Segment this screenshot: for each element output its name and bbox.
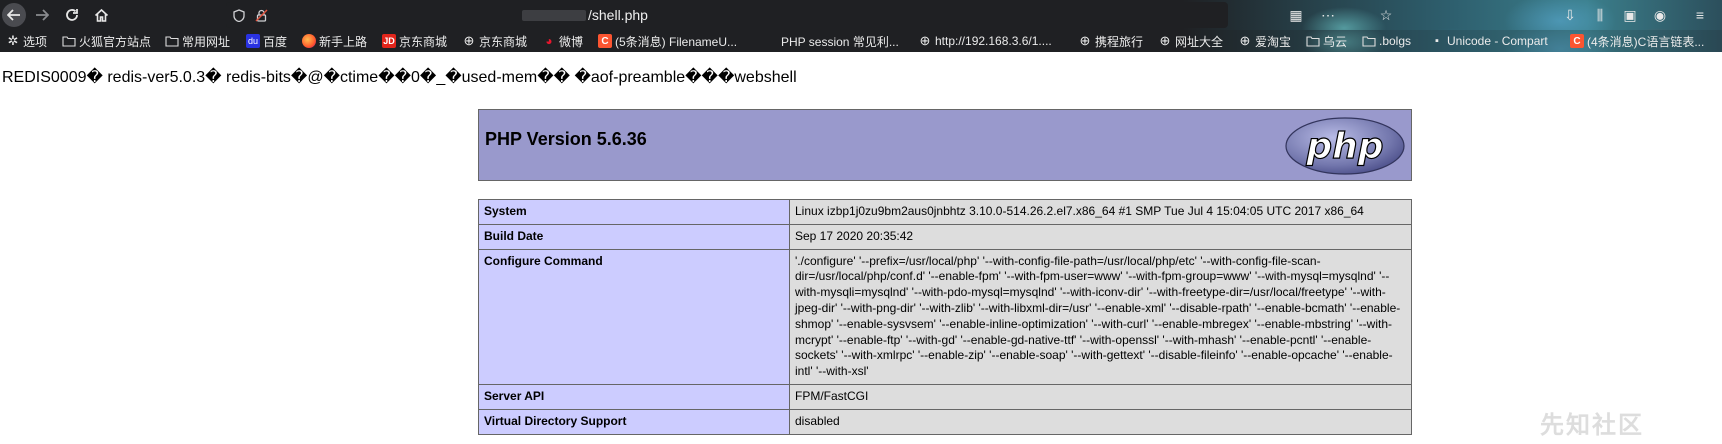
bookmark-item[interactable]: ⊕ http://192.168.3.6/1.... [918,32,1052,50]
browser-toolbar: /shell.php ▦ ⋯ ☆ ⇩ ⫼ ▣ ◉ ≡ [0,0,1722,30]
account-icon[interactable]: ◉ [1650,5,1670,25]
folder-icon [1362,34,1376,48]
weibo-icon: ◕ [545,34,553,48]
url-text[interactable]: /shell.php [588,7,648,23]
bookmark-item[interactable]: ⊕ 京东商城 [462,32,527,50]
bookmark-item[interactable]: C (5条消息) FilenameU... [598,32,737,50]
url-bar[interactable]: /shell.php [226,2,1228,28]
row-label: System [478,199,790,225]
redacted-host [522,10,586,21]
row-label: Server API [478,383,790,410]
php-info-table: System Linux izbp1j0zu9bm2aus0jnbhtz 3.1… [478,199,1412,435]
forward-button[interactable] [30,3,54,27]
bookmark-item[interactable]: 火狐官方站点 [62,32,151,50]
row-label: Configure Command [478,248,790,385]
table-row: Server API FPM/FastCGI [478,383,1412,410]
insecure-lock-icon[interactable] [252,6,270,24]
bookmarks-bar: ✲ 选项 火狐官方站点 常用网址 du 百度 新手上路 JD 京东商城 ⊕ 京东商城 ◕… [0,30,1722,52]
globe-icon: ⊕ [463,33,475,48]
baidu-icon: du [246,34,260,48]
jd-icon: JD [382,34,396,48]
row-value: './configure' '--prefix=/usr/local/php' … [789,248,1412,385]
row-label: Virtual Directory Support [478,408,790,435]
bookmark-item[interactable]: 常用网址 [165,32,230,50]
reload-icon [66,9,78,21]
csdn-icon: C [1570,34,1584,48]
qr-code-icon[interactable]: ▦ [1286,5,1306,25]
firefox-icon [302,34,316,48]
folder-icon [165,34,179,48]
library-icon[interactable]: ⫼ [1590,5,1610,25]
sidebar-icon[interactable]: ▣ [1620,5,1640,25]
watermark: 先知社区 [1540,412,1644,439]
home-icon [94,8,108,22]
menu-icon[interactable]: ≡ [1690,5,1710,25]
globe-icon: ⊕ [1079,33,1091,48]
bookmark-item[interactable]: ⊕ 爱淘宝 [1238,32,1291,50]
gear-icon: ✲ [7,33,19,48]
globe-icon: ⊕ [1239,33,1251,48]
row-value: disabled [789,408,1412,435]
row-value: Linux izbp1j0zu9bm2aus0jnbhtz 3.10.0-514… [789,199,1412,225]
bookmark-item[interactable]: ✲ 选项 [6,32,47,50]
globe-icon: ⊕ [919,33,931,48]
bookmark-item[interactable]: ⊕ 携程旅行 [1078,32,1143,50]
row-value: Sep 17 2020 20:35:42 [789,223,1412,250]
bookmark-item[interactable]: 新手上路 [302,32,367,50]
reload-button[interactable] [60,3,84,27]
row-label: Build Date [478,223,790,250]
row-value: FPM/FastCGI [789,383,1412,410]
back-arrow-icon [7,9,20,21]
bookmark-item[interactable]: JD 京东商城 [382,32,447,50]
bookmark-item[interactable]: du 百度 [246,32,287,50]
php-version-title: PHP Version 5.6.36 [485,129,647,149]
theme-background [1182,0,1722,30]
table-row: System Linux izbp1j0zu9bm2aus0jnbhtz 3.1… [478,199,1412,225]
page-icon: ▪ [1435,35,1439,47]
bookmark-item[interactable]: PHP session 常见利... [764,32,899,50]
bookmark-item[interactable]: ◕ 微博 [542,32,583,50]
bookmark-item[interactable]: ⊕ 网址大全 [1158,32,1223,50]
back-button[interactable] [2,3,26,27]
folder-icon [1306,34,1320,48]
page-icon [764,34,778,48]
bookmark-item[interactable]: 乌云 [1306,32,1347,50]
csdn-icon: C [598,34,612,48]
folder-icon [62,34,76,48]
redis-dump-text: REDIS0009� redis-ver5.0.3� redis-bits�@�… [2,69,797,86]
download-icon[interactable]: ⇩ [1560,5,1580,25]
table-row: Configure Command './configure' '--prefi… [478,248,1412,385]
more-actions-icon[interactable]: ⋯ [1318,5,1338,25]
table-row: Build Date Sep 17 2020 20:35:42 [478,223,1412,250]
php-version-header: PHP Version 5.6.36 php [478,109,1412,181]
table-row: Virtual Directory Support disabled [478,408,1412,435]
bookmark-star-icon[interactable]: ☆ [1376,5,1396,25]
php-logo: php [1285,117,1405,175]
home-button[interactable] [89,3,113,27]
bookmark-item[interactable]: .bolgs [1362,32,1411,50]
bookmark-item[interactable]: ▪ Unicode - Compart [1430,32,1548,50]
globe-icon: ⊕ [1159,33,1171,48]
bookmark-item[interactable]: C (4条消息)C语言链表... [1570,32,1704,50]
svg-text:php: php [1305,126,1383,167]
shield-icon[interactable] [230,6,248,24]
forward-arrow-icon [36,9,49,21]
